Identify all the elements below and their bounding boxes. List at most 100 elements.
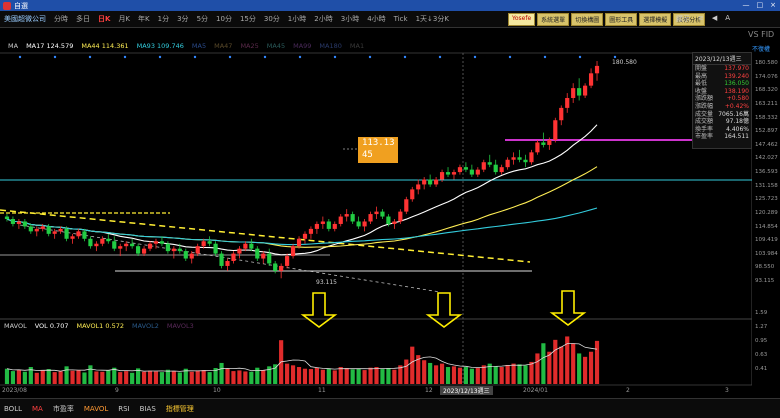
price-tick: 109.419 — [755, 237, 778, 244]
volume-bar — [553, 339, 558, 384]
candle-body — [207, 241, 212, 244]
volume-bar — [243, 371, 248, 384]
candle-body — [457, 167, 463, 173]
volume-bar — [392, 369, 397, 384]
volume-bar — [445, 367, 451, 384]
price-tick: 114.854 — [755, 223, 778, 230]
price-callout: 113.13 45 — [358, 137, 398, 163]
mavol-title[interactable]: MAVOL — [4, 322, 27, 330]
date-tick: 10 — [213, 387, 221, 394]
event-marker-icon — [508, 55, 512, 59]
price-tick: 168.320 — [755, 87, 778, 94]
indicator-tab[interactable]: 市盈率 — [53, 404, 74, 414]
info-value: 164.511 — [724, 133, 749, 141]
volume-bar — [58, 371, 63, 384]
maximize-button[interactable]: □ — [757, 1, 764, 9]
mavol1-value: MAVOL1 0.572 — [76, 322, 124, 330]
indicator-manager[interactable]: 指標管理 — [166, 404, 194, 414]
info-value: +0.580 — [726, 95, 749, 103]
price-chart[interactable] — [0, 0, 752, 398]
ma17-line — [6, 124, 598, 256]
candle-body — [94, 243, 99, 247]
volume-bar — [195, 370, 200, 384]
price-tick: 131.158 — [755, 182, 778, 189]
volume-bar — [571, 343, 576, 384]
candle-body — [153, 241, 159, 244]
volume-bar — [189, 371, 194, 384]
volume-tick: 1.27 — [755, 324, 768, 330]
volume-bar — [94, 371, 99, 384]
candle-body — [463, 167, 468, 170]
volume-bar — [511, 363, 516, 384]
volume-bar — [82, 372, 87, 384]
volume-bar — [535, 353, 540, 384]
indicator-tab[interactable]: RSI — [118, 405, 129, 413]
volume-bar — [249, 371, 254, 384]
volume-bar — [273, 364, 278, 384]
candle-body — [159, 241, 165, 244]
volume-bar — [469, 368, 474, 384]
candle-body — [338, 216, 343, 224]
info-value: 139.240 — [724, 72, 749, 80]
candle-body — [124, 243, 129, 247]
volume-bar — [428, 362, 433, 384]
candle-body — [136, 246, 141, 254]
candle-body — [58, 228, 63, 232]
candle-body — [577, 88, 582, 96]
volume-bar — [505, 364, 510, 384]
volume-bar — [112, 367, 117, 384]
volume-bar — [326, 368, 331, 384]
volume-bar — [64, 366, 69, 384]
candle-body — [130, 243, 135, 247]
candle-body — [326, 221, 331, 229]
volume-bar — [547, 351, 552, 384]
candle-body — [392, 221, 397, 224]
candle-body — [422, 179, 427, 185]
price-tick: 98.550 — [755, 264, 775, 271]
arrow-icon — [549, 290, 587, 326]
volume-bar — [380, 369, 385, 384]
candle-body — [332, 223, 337, 229]
price-tick: 93.115 — [755, 278, 775, 284]
volume-legend: MAVOL VOL 0.707 MAVOL1 0.572 MAVOL2 MAVO… — [4, 322, 194, 330]
high-label: 180.580 — [612, 59, 637, 66]
volume-tick: 0.41 — [755, 366, 768, 372]
indicator-tabs: BOLL MA 市盈率 MAVOL RSI BIAS 指標管理 — [0, 398, 780, 418]
info-key: 成交額 — [695, 118, 714, 126]
volume-bar — [374, 367, 379, 384]
event-marker-icon — [543, 55, 547, 59]
volume-bar — [10, 371, 16, 384]
info-row: 漲跌額 +0.580 — [693, 95, 751, 103]
candle-body — [147, 243, 153, 249]
event-marker-icon — [333, 55, 337, 59]
volume-bar — [583, 356, 588, 384]
candle-body — [106, 238, 111, 242]
indicator-tab-active[interactable]: MA — [32, 405, 43, 413]
price-tick: 174.076 — [755, 73, 778, 80]
date-tick: 2024/01 — [523, 387, 548, 394]
price-tick: 125.723 — [755, 196, 778, 203]
date-tick: 2023/08 — [2, 387, 27, 394]
candle-body — [350, 214, 355, 222]
info-value: 97.18億 — [725, 118, 749, 126]
indicator-tab[interactable]: BIAS — [140, 405, 156, 413]
volume-bar — [475, 368, 480, 384]
candle-body — [4, 216, 10, 220]
volume-bar — [577, 353, 582, 384]
indicator-tab-active[interactable]: MAVOL — [84, 405, 108, 413]
candle-body — [112, 241, 117, 249]
candle-body — [320, 221, 325, 224]
volume-tick: 1.59 — [755, 310, 768, 316]
date-tick: 9 — [115, 387, 119, 394]
volume-bar — [368, 367, 373, 384]
candle-body — [76, 231, 81, 237]
candle-body — [22, 221, 27, 227]
volume-bar — [451, 366, 457, 384]
candle-body — [529, 152, 534, 163]
close-button[interactable]: × — [770, 1, 776, 9]
candle-body — [517, 157, 522, 160]
candle-body — [553, 120, 558, 140]
mavol2-value: MAVOL2 — [132, 322, 159, 330]
volume-bar — [296, 367, 302, 384]
indicator-tab[interactable]: BOLL — [4, 405, 22, 413]
